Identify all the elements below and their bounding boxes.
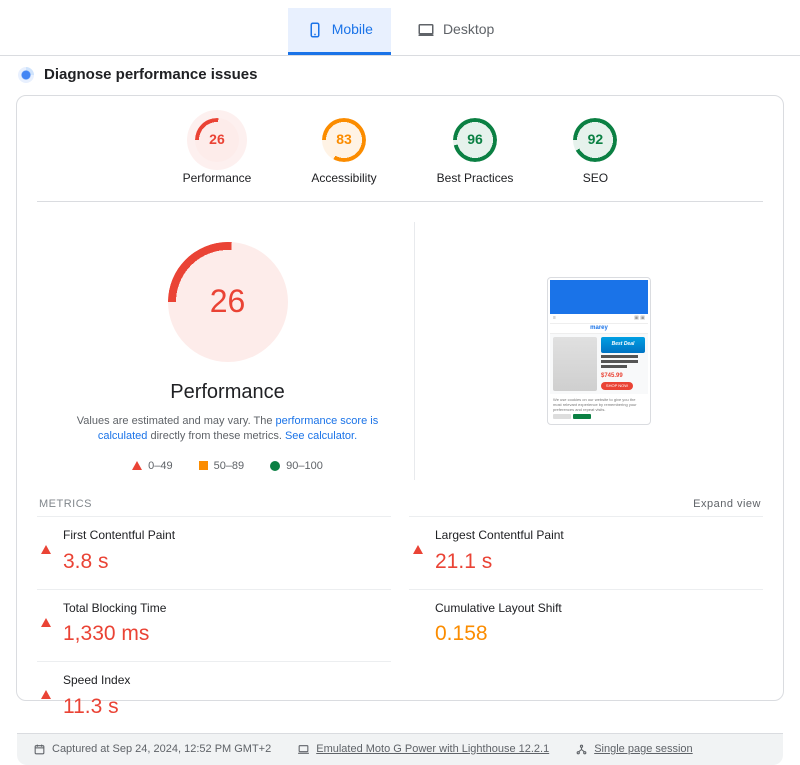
metric-name: Speed Index [63,672,130,689]
performance-hero-left: 26 Performance Values are estimated and … [41,222,415,480]
accessibility-ring: 83 [322,118,366,162]
page-screenshot: ≡▣ ▣ marey Best Deal $745.99 SHOP NOW We [547,277,651,426]
performance-label: Performance [183,170,252,187]
performance-big-gauge: 26 [168,242,288,362]
metric-value: 11.3 s [63,692,130,721]
square-icon [199,461,208,470]
performance-ring: 26 [195,118,239,162]
calculator-link[interactable]: See calculator. [285,430,357,442]
expand-view-link[interactable]: Expand view [693,497,761,512]
metrics-grid: First Contentful Paint 3.8 s Largest Conte… [37,516,763,733]
session-type: Single page session [575,742,692,757]
metric-name: Largest Contentful Paint [435,527,564,544]
page-screenshot-pane: ≡▣ ▣ marey Best Deal $745.99 SHOP NOW We [439,222,759,480]
tab-mobile-label: Mobile [332,20,373,40]
calendar-icon [33,743,46,756]
desktop-icon [417,21,435,39]
section-heading: Diagnose performance issues [18,64,784,85]
gauge-accessibility[interactable]: 83 Accessibility [311,118,376,187]
seo-ring: 92 [573,118,617,162]
report-footer: Captured at Sep 24, 2024, 12:52 PM GMT+2… [17,733,783,765]
captured-at: Captured at Sep 24, 2024, 12:52 PM GMT+2 [33,742,271,757]
legend-mid: 50–89 [199,459,245,474]
metric-row[interactable]: First Contentful Paint 3.8 s [37,516,391,588]
metric-row[interactable]: Total Blocking Time 1,330 ms [37,589,391,661]
legend-bad: 0–49 [132,459,172,474]
score-legend: 0–49 50–89 90–100 [132,459,323,474]
triangle-icon [41,603,51,627]
seo-label: SEO [583,170,608,187]
metric-name: First Contentful Paint [63,527,175,544]
metric-row[interactable]: Largest Contentful Paint 21.1 s [409,516,763,588]
triangle-icon [132,461,142,470]
triangle-icon [413,530,423,554]
tab-mobile[interactable]: Mobile [288,8,391,55]
performance-hero: 26 Performance Values are estimated and … [37,212,763,486]
metric-name: Total Blocking Time [63,600,166,617]
metric-name: Cumulative Layout Shift [435,600,562,617]
triangle-icon [41,530,51,554]
best-label: Best Practices [437,170,514,187]
metric-row[interactable]: Speed Index 11.3 s [37,661,391,733]
triangle-icon [41,675,51,699]
emulated-device: Emulated Moto G Power with Lighthouse 12… [297,742,549,757]
loading-icon [18,67,34,83]
legend-good: 90–100 [270,459,323,474]
report-card: 26 Performance 83 Accessibility 96 Best Pract… [16,95,784,701]
performance-note: Values are estimated and may vary. The p… [68,414,388,445]
gauge-performance[interactable]: 26 Performance [183,118,252,187]
metrics-header: METRICS Expand view [37,486,763,516]
performance-hero-title: Performance [170,378,285,406]
metric-value: 3.8 s [63,547,175,576]
metric-value: 0.158 [435,619,562,648]
tab-desktop[interactable]: Desktop [399,8,512,55]
emulated-device-link[interactable]: Emulated Moto G Power with Lighthouse 12… [316,742,549,757]
heading-text: Diagnose performance issues [44,64,257,85]
device-tabs: Mobile Desktop [0,8,800,56]
metric-row[interactable]: Cumulative Layout Shift 0.158 [409,589,763,661]
dot-icon [270,461,280,471]
metric-value: 21.1 s [435,547,564,576]
metric-value: 1,330 ms [63,619,166,648]
network-icon [575,743,588,756]
category-gauges: 26 Performance 83 Accessibility 96 Best Pract… [37,112,763,202]
accessibility-label: Accessibility [311,170,376,187]
gauge-best[interactable]: 96 Best Practices [437,118,514,187]
metrics-label: METRICS [39,497,92,512]
gauge-seo[interactable]: 92 SEO [573,118,617,187]
best-ring: 96 [453,118,497,162]
mobile-icon [306,21,324,39]
session-link[interactable]: Single page session [594,742,692,757]
tab-desktop-label: Desktop [443,20,494,40]
laptop-icon [297,743,310,756]
